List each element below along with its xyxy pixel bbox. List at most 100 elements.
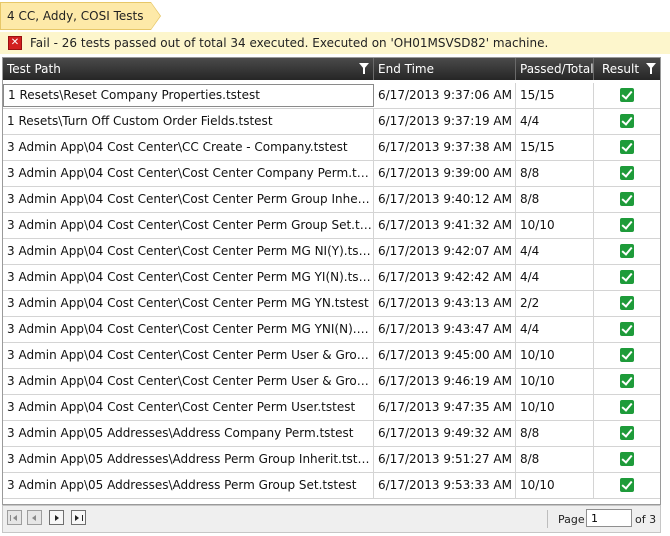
- check-icon: [620, 426, 634, 440]
- table-row[interactable]: 3 Admin App\04 Cost Center\Cost Center P…: [3, 213, 660, 239]
- cell-test-path[interactable]: 3 Admin App\04 Cost Center\Cost Center P…: [3, 265, 374, 290]
- table-row[interactable]: 3 Admin App\04 Cost Center\Cost Center P…: [3, 187, 660, 213]
- table-row[interactable]: 3 Admin App\04 Cost Center\Cost Center P…: [3, 291, 660, 317]
- cell-test-path[interactable]: 3 Admin App\05 Addresses\Address Perm Gr…: [3, 447, 374, 472]
- cell-end-time: 6/17/2013 9:51:27 AM: [374, 447, 516, 472]
- cell-result: [594, 109, 660, 134]
- cell-passed-total: 2/2: [516, 291, 594, 316]
- column-header-passed-total[interactable]: Passed/Total: [516, 58, 594, 80]
- page-number-input[interactable]: [586, 509, 632, 527]
- column-header-test-path[interactable]: Test Path: [3, 58, 374, 80]
- check-icon: [620, 218, 634, 232]
- fail-icon: ✕: [8, 36, 22, 50]
- check-icon: [620, 140, 634, 154]
- cell-passed-total: 8/8: [516, 161, 594, 186]
- cell-passed-total: 10/10: [516, 473, 594, 498]
- cell-end-time: 6/17/2013 9:37:38 AM: [374, 135, 516, 160]
- table-row[interactable]: 3 Admin App\05 Addresses\Address Perm Gr…: [3, 473, 660, 499]
- cell-test-path[interactable]: 1 Resets\Turn Off Custom Order Fields.ts…: [3, 109, 374, 134]
- cell-test-path[interactable]: 3 Admin App\04 Cost Center\Cost Center P…: [3, 291, 374, 316]
- check-icon: [620, 478, 634, 492]
- table-row[interactable]: 1 Resets\Turn Off Custom Order Fields.ts…: [3, 109, 660, 135]
- breadcrumb-item[interactable]: 4 CC, Addy, COSI Tests: [0, 2, 163, 30]
- grid-header: Test Path End Time Passed/Total Result: [3, 58, 660, 80]
- check-icon: [620, 114, 634, 128]
- cell-passed-total: 15/15: [516, 135, 594, 160]
- cell-passed-total: 8/8: [516, 421, 594, 446]
- cell-test-path[interactable]: 3 Admin App\05 Addresses\Address Company…: [3, 421, 374, 446]
- cell-result: [594, 265, 660, 290]
- table-row[interactable]: 3 Admin App\04 Cost Center\Cost Center C…: [3, 161, 660, 187]
- column-header-end-time[interactable]: End Time: [374, 58, 516, 80]
- cell-result: [594, 161, 660, 186]
- filter-icon[interactable]: [359, 63, 369, 74]
- check-icon: [620, 244, 634, 258]
- cell-result: [594, 447, 660, 472]
- cell-result: [594, 213, 660, 238]
- grid-body: 1 Resets\Reset Company Properties.tstest…: [3, 83, 660, 499]
- table-row[interactable]: 3 Admin App\04 Cost Center\CC Create - C…: [3, 135, 660, 161]
- previous-page-button[interactable]: [27, 510, 42, 525]
- pager-separator: [547, 510, 548, 528]
- cell-end-time: 6/17/2013 9:41:32 AM: [374, 213, 516, 238]
- cell-passed-total: 4/4: [516, 317, 594, 342]
- cell-end-time: 6/17/2013 9:37:06 AM: [374, 83, 516, 108]
- cell-end-time: 6/17/2013 9:42:07 AM: [374, 239, 516, 264]
- table-row[interactable]: 3 Admin App\04 Cost Center\Cost Center P…: [3, 239, 660, 265]
- cell-result: [594, 291, 660, 316]
- cell-passed-total: 8/8: [516, 187, 594, 212]
- cell-end-time: 6/17/2013 9:46:19 AM: [374, 369, 516, 394]
- cell-test-path[interactable]: 3 Admin App\04 Cost Center\Cost Center P…: [3, 369, 374, 394]
- cell-result: [594, 83, 660, 108]
- cell-result: [594, 343, 660, 368]
- check-icon: [620, 166, 634, 180]
- table-row[interactable]: 3 Admin App\04 Cost Center\Cost Center P…: [3, 265, 660, 291]
- table-row[interactable]: 3 Admin App\05 Addresses\Address Company…: [3, 421, 660, 447]
- cell-result: [594, 473, 660, 498]
- status-message: ✕ Fail - 26 tests passed out of total 34…: [0, 32, 670, 54]
- check-icon: [620, 192, 634, 206]
- cell-test-path[interactable]: 1 Resets\Reset Company Properties.tstest: [3, 84, 374, 107]
- cell-test-path[interactable]: 3 Admin App\04 Cost Center\Cost Center P…: [3, 395, 374, 420]
- next-page-button[interactable]: [49, 510, 64, 525]
- cell-end-time: 6/17/2013 9:39:00 AM: [374, 161, 516, 186]
- cell-passed-total: 10/10: [516, 395, 594, 420]
- cell-test-path[interactable]: 3 Admin App\04 Cost Center\Cost Center P…: [3, 343, 374, 368]
- column-header-result[interactable]: Result: [594, 58, 660, 80]
- cell-result: [594, 135, 660, 160]
- cell-end-time: 6/17/2013 9:40:12 AM: [374, 187, 516, 212]
- table-row[interactable]: 3 Admin App\04 Cost Center\Cost Center P…: [3, 395, 660, 421]
- cell-test-path[interactable]: 3 Admin App\04 Cost Center\Cost Center P…: [3, 213, 374, 238]
- cell-end-time: 6/17/2013 9:49:32 AM: [374, 421, 516, 446]
- cell-passed-total: 10/10: [516, 213, 594, 238]
- table-row[interactable]: 3 Admin App\04 Cost Center\Cost Center P…: [3, 343, 660, 369]
- cell-test-path[interactable]: 3 Admin App\04 Cost Center\Cost Center P…: [3, 239, 374, 264]
- page-count-label: of 3: [635, 513, 657, 526]
- cell-test-path[interactable]: 3 Admin App\05 Addresses\Address Perm Gr…: [3, 473, 374, 498]
- last-page-button[interactable]: [71, 510, 86, 525]
- cell-test-path[interactable]: 3 Admin App\04 Cost Center\CC Create - C…: [3, 135, 374, 160]
- check-icon: [620, 88, 634, 102]
- check-icon: [620, 270, 634, 284]
- table-row[interactable]: 3 Admin App\05 Addresses\Address Perm Gr…: [3, 447, 660, 473]
- cell-result: [594, 317, 660, 342]
- check-icon: [620, 322, 634, 336]
- check-icon: [620, 296, 634, 310]
- column-label: Result: [602, 62, 640, 76]
- breadcrumb: 4 CC, Addy, COSI Tests: [0, 0, 670, 30]
- column-label: Passed/Total: [520, 62, 594, 76]
- cell-result: [594, 187, 660, 212]
- table-row[interactable]: 3 Admin App\04 Cost Center\Cost Center P…: [3, 317, 660, 343]
- page-label: Page: [558, 513, 585, 526]
- first-page-button[interactable]: [7, 510, 22, 525]
- table-row[interactable]: 3 Admin App\04 Cost Center\Cost Center P…: [3, 369, 660, 395]
- check-icon: [620, 452, 634, 466]
- check-icon: [620, 374, 634, 388]
- cell-test-path[interactable]: 3 Admin App\04 Cost Center\Cost Center P…: [3, 187, 374, 212]
- table-row[interactable]: 1 Resets\Reset Company Properties.tstest…: [3, 83, 660, 109]
- cell-end-time: 6/17/2013 9:43:13 AM: [374, 291, 516, 316]
- filter-icon[interactable]: [646, 63, 656, 74]
- cell-test-path[interactable]: 3 Admin App\04 Cost Center\Cost Center C…: [3, 161, 374, 186]
- cell-passed-total: 4/4: [516, 239, 594, 264]
- cell-test-path[interactable]: 3 Admin App\04 Cost Center\Cost Center P…: [3, 317, 374, 342]
